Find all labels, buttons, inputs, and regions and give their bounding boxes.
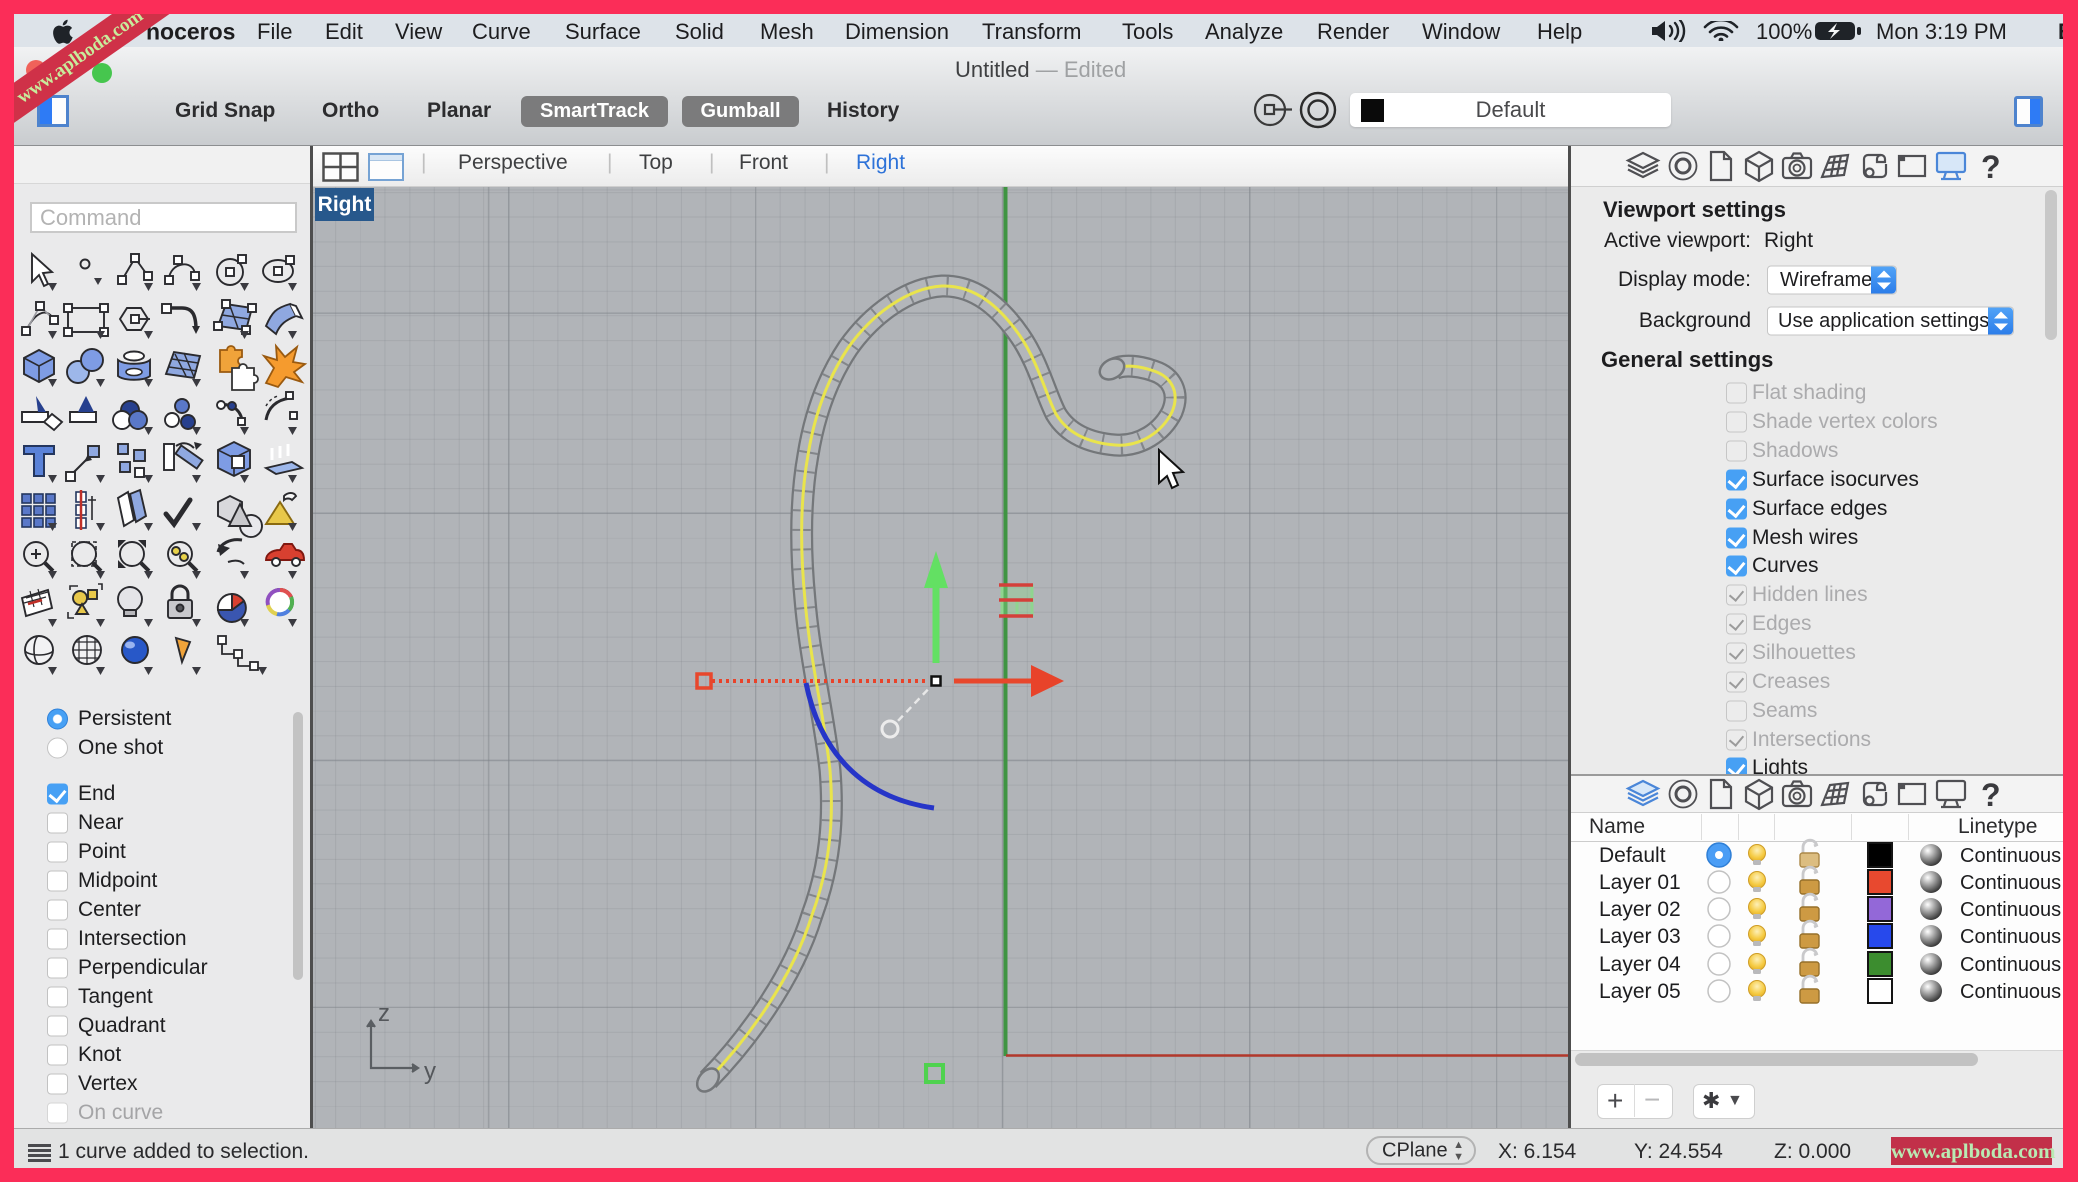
svg-text:Layer 03: Layer 03 [1599,925,1681,948]
svg-text:Continuous: Continuous [1960,845,2061,867]
svg-text:Continuous: Continuous [1960,981,2061,1003]
svg-text:z: z [378,1000,390,1027]
svg-text:Default: Default [1599,844,1666,867]
svg-text:Continuous: Continuous [1960,954,2061,976]
svg-text:Continuous: Continuous [1960,926,2061,948]
svg-text:Layer 04: Layer 04 [1599,953,1681,976]
svg-text:Layer 05: Layer 05 [1599,980,1681,1003]
svg-text:?: ? [1981,777,2001,813]
svg-text:y: y [424,1058,436,1085]
svg-text:?: ? [1981,149,2001,185]
svg-text:Continuous: Continuous [1960,872,2061,894]
svg-text:Layer 02: Layer 02 [1599,898,1681,921]
svg-text:Continuous: Continuous [1960,899,2061,921]
svg-text:Layer 01: Layer 01 [1599,871,1681,894]
